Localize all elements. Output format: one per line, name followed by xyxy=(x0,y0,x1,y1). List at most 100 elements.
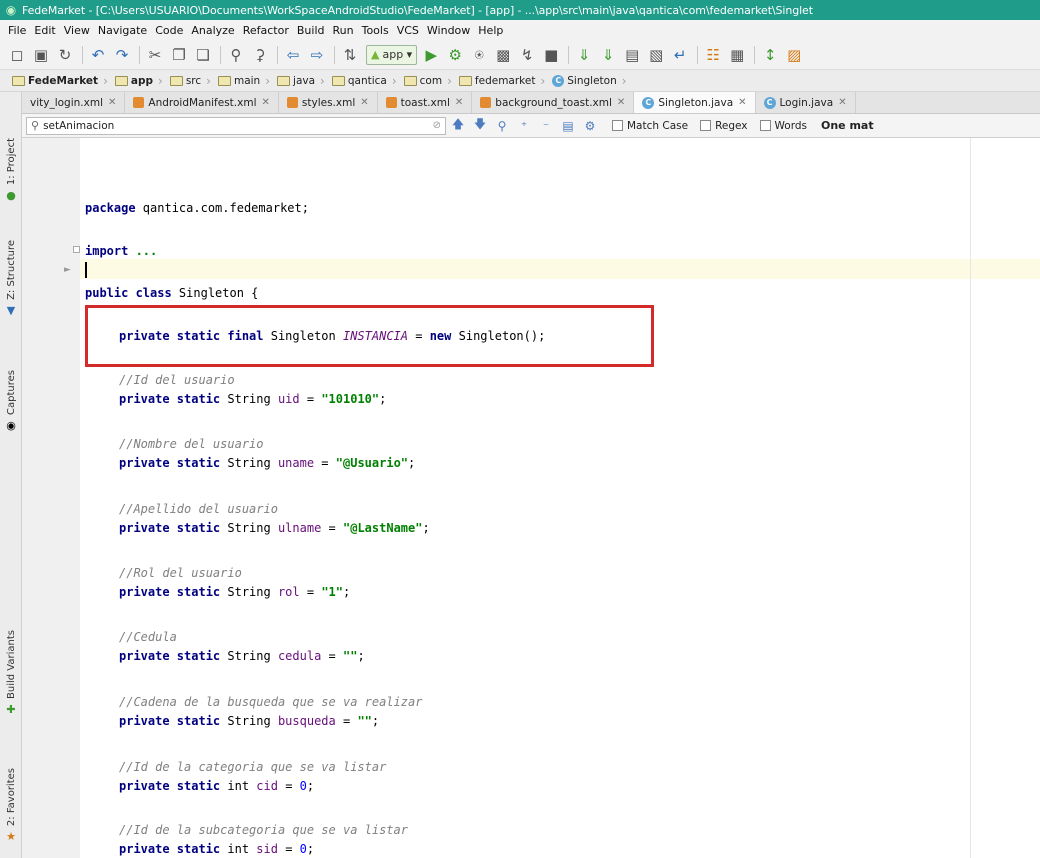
next-occurrence-icon[interactable]: 🡇 xyxy=(470,116,490,136)
menu-file[interactable]: File xyxy=(4,24,30,37)
clear-search-icon[interactable]: ⊘ xyxy=(433,120,441,131)
collapse-arrow-icon[interactable]: ► xyxy=(64,265,71,275)
breadcrumb-src[interactable]: src xyxy=(166,72,205,90)
tool-tab-favorites[interactable]: 2: Favorites ★ xyxy=(0,768,22,843)
search-icon[interactable]: ⚲ xyxy=(31,119,39,132)
chevron-right-icon: › xyxy=(447,73,452,88)
save-all-icon[interactable]: ▣ xyxy=(30,44,52,66)
tab-styles[interactable]: styles.xml ✕ xyxy=(278,92,378,113)
menu-help[interactable]: Help xyxy=(474,24,507,37)
chevron-right-icon: › xyxy=(103,73,108,88)
make-project-icon[interactable]: ⇅ xyxy=(339,44,361,66)
close-icon[interactable]: ✕ xyxy=(838,97,846,108)
redo-icon[interactable]: ↷ xyxy=(111,44,133,66)
cut-icon[interactable]: ✂ xyxy=(144,44,166,66)
remove-occurrence-icon[interactable]: ⁻ xyxy=(536,116,556,136)
find-icon[interactable]: ⚲ xyxy=(225,44,247,66)
copy-icon[interactable]: ❐ xyxy=(168,44,190,66)
previous-occurrence-icon[interactable]: 🡅 xyxy=(448,116,468,136)
menu-analyze[interactable]: Analyze xyxy=(187,24,238,37)
code-editor[interactable] xyxy=(80,138,1040,858)
revert-icon[interactable]: ↵ xyxy=(669,44,691,66)
menu-window[interactable]: Window xyxy=(423,24,474,37)
tab-vity-login[interactable]: vity_login.xml ✕ xyxy=(22,92,126,113)
menu-navigate[interactable]: Navigate xyxy=(94,24,151,37)
close-icon[interactable]: ✕ xyxy=(617,97,625,108)
tool-tab-structure[interactable]: Z: Structure ▼ xyxy=(0,240,22,317)
close-icon[interactable]: ✕ xyxy=(360,97,368,108)
add-occurrence-icon[interactable]: ⁺ xyxy=(514,116,534,136)
menu-view[interactable]: View xyxy=(60,24,94,37)
tab-login-java[interactable]: C Login.java ✕ xyxy=(755,92,856,113)
apply-changes-icon[interactable]: ↯ xyxy=(516,44,538,66)
breadcrumb-java[interactable]: java xyxy=(273,72,319,90)
run-icon[interactable]: ▶ xyxy=(420,44,442,66)
tab-singleton-java[interactable]: C Singleton.java ✕ xyxy=(634,92,756,113)
close-icon[interactable]: ✕ xyxy=(455,97,463,108)
menu-code[interactable]: Code xyxy=(151,24,187,37)
close-icon[interactable]: ✕ xyxy=(738,97,746,108)
close-icon[interactable]: ✕ xyxy=(108,97,116,108)
star-icon: ★ xyxy=(6,830,16,844)
undo-icon[interactable]: ↶ xyxy=(87,44,109,66)
breadcrumb-main[interactable]: main xyxy=(214,72,264,90)
forward-icon[interactable]: ⇨ xyxy=(306,44,328,66)
toolbar-separator xyxy=(82,45,83,64)
breadcrumb-com[interactable]: com xyxy=(400,72,446,90)
code-field-declaration: private static String busqueda = ""; xyxy=(119,714,380,728)
code-comment: //Id de la categoria que se va listar xyxy=(119,760,387,774)
editor-tabs: vity_login.xml ✕ AndroidManifest.xml ✕ sty… xyxy=(22,92,1040,114)
help-icon[interactable]: ▨ xyxy=(783,44,805,66)
breadcrumb-app[interactable]: app xyxy=(111,72,157,90)
tool-tab-project[interactable]: 1: Project ● xyxy=(0,138,22,202)
right-margin-guide xyxy=(970,138,971,858)
menu-tools[interactable]: Tools xyxy=(358,24,393,37)
tool-tab-captures[interactable]: Captures ◉ xyxy=(0,370,22,432)
breadcrumb-fedemarket[interactable]: fedemarket xyxy=(455,72,540,90)
structure-icon[interactable]: ☷ xyxy=(702,44,724,66)
sync-icon[interactable]: ↻ xyxy=(54,44,76,66)
avd-manager-icon[interactable]: ⇓ xyxy=(597,44,619,66)
chevron-right-icon: › xyxy=(621,73,627,88)
code-comment: //Id del usuario xyxy=(119,373,235,387)
coverage-icon[interactable]: ▩ xyxy=(492,44,514,66)
menu-edit[interactable]: Edit xyxy=(30,24,59,37)
breadcrumb-singleton[interactable]: C Singleton xyxy=(548,72,620,90)
breadcrumb-qantica[interactable]: qantica xyxy=(328,72,391,90)
tab-android-manifest[interactable]: AndroidManifest.xml ✕ xyxy=(125,92,279,113)
fold-toggle-icon[interactable] xyxy=(73,246,80,253)
tool-tab-build-variants[interactable]: Build Variants ✚ xyxy=(0,630,22,716)
checkbox-box xyxy=(700,120,712,131)
open-folder-icon[interactable]: ◻ xyxy=(6,44,28,66)
monitor-icon[interactable]: ↕ xyxy=(759,44,781,66)
code-field-declaration: private static String cedula = ""; xyxy=(119,649,365,663)
regex-checkbox[interactable]: Regex xyxy=(700,120,748,132)
attach-debugger-icon[interactable]: ⍟ xyxy=(468,44,490,66)
paste-icon[interactable]: ❏ xyxy=(192,44,214,66)
filter-settings-icon[interactable]: ⚙ xyxy=(580,116,600,136)
match-case-checkbox[interactable]: Match Case xyxy=(612,120,688,132)
debug-icon[interactable]: ⚙ xyxy=(444,44,466,66)
menu-run[interactable]: Run xyxy=(329,24,358,37)
back-icon[interactable]: ⇦ xyxy=(282,44,304,66)
menu-vcs[interactable]: VCS xyxy=(393,24,423,37)
run-config-select[interactable]: ▲ app ▾ xyxy=(366,44,418,65)
folder-icon xyxy=(277,75,291,86)
current-line-highlight xyxy=(80,259,1040,279)
menu-refactor[interactable]: Refactor xyxy=(239,24,293,37)
close-icon[interactable]: ✕ xyxy=(262,97,270,108)
select-all-occurrences-icon[interactable]: ▤ xyxy=(558,116,578,136)
settings-icon[interactable]: ▦ xyxy=(726,44,748,66)
sync-gradle-icon[interactable]: ⇓ xyxy=(573,44,595,66)
words-checkbox[interactable]: Words xyxy=(759,120,807,132)
breadcrumb-project[interactable]: FedeMarket xyxy=(8,72,102,90)
tab-toast[interactable]: toast.xml ✕ xyxy=(377,92,473,113)
device-monitor-icon[interactable]: ▧ xyxy=(645,44,667,66)
replace-icon[interactable]: ⚳ xyxy=(249,44,271,66)
tab-background-toast[interactable]: background_toast.xml ✕ xyxy=(472,92,635,113)
sdk-manager-icon[interactable]: ▤ xyxy=(621,44,643,66)
find-all-icon[interactable]: ⚲ xyxy=(492,116,512,136)
menu-build[interactable]: Build xyxy=(293,24,329,37)
stop-icon[interactable]: ■ xyxy=(540,44,562,66)
search-input[interactable] xyxy=(43,119,433,132)
